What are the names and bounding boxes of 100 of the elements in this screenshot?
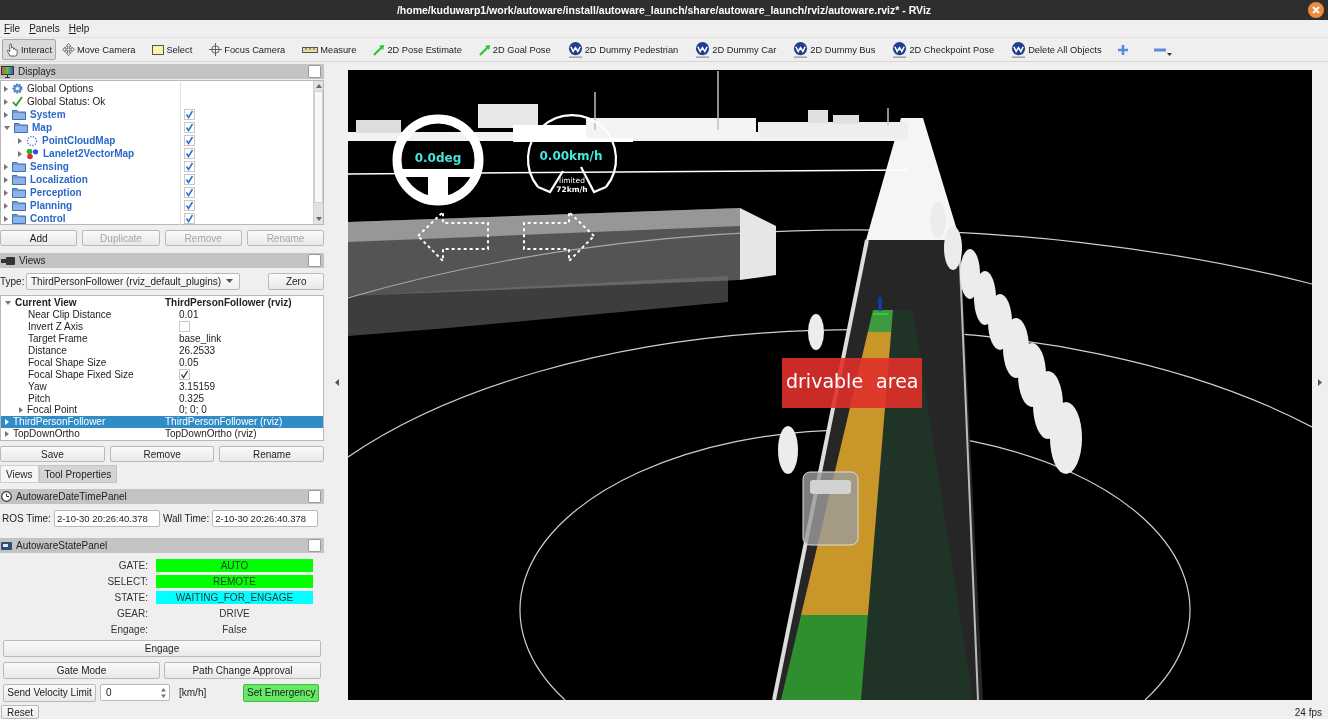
tab[interactable]: Tool Properties bbox=[38, 465, 118, 483]
field-label: Type: bbox=[0, 275, 26, 287]
tree-arrow-icon[interactable] bbox=[18, 137, 22, 144]
ros-time-field[interactable]: 2-10-30 20:26:40.378 bbox=[53, 509, 160, 527]
tree-arrow-icon[interactable] bbox=[5, 430, 9, 437]
velocity-limit-field[interactable]: 0 bbox=[100, 684, 170, 701]
status-label: STATE: bbox=[113, 592, 149, 603]
property-value: base_link bbox=[179, 333, 222, 345]
checkbox[interactable] bbox=[184, 122, 195, 133]
tool-button[interactable]: 2D Dummy Bus bbox=[789, 39, 880, 60]
tool-button[interactable]: 2D Pose Estimate bbox=[369, 39, 466, 60]
checkbox[interactable] bbox=[184, 161, 195, 172]
display-item[interactable]: PointCloudMap bbox=[42, 135, 116, 146]
send-velocity-limit-button[interactable]: Send Velocity Limit bbox=[3, 683, 96, 702]
monitor-icon bbox=[1, 65, 14, 78]
status-value: AUTO bbox=[156, 559, 313, 572]
display-item[interactable]: Map bbox=[32, 122, 52, 133]
tool-button[interactable]: 2D Checkpoint Pose bbox=[888, 39, 999, 60]
collapse-arrow-icon[interactable] bbox=[335, 379, 340, 386]
tree-arrow-icon[interactable] bbox=[4, 189, 8, 196]
tree-arrow-icon[interactable] bbox=[5, 300, 11, 305]
property-value: 3.15159 bbox=[179, 380, 216, 392]
panel-button[interactable]: Add bbox=[0, 230, 78, 246]
checkbox[interactable] bbox=[184, 213, 195, 224]
plus-icon[interactable] bbox=[1117, 44, 1128, 55]
display-item[interactable]: Localization bbox=[30, 174, 88, 185]
menu-item[interactable]: Help bbox=[68, 23, 90, 34]
crosshair-icon bbox=[209, 43, 223, 56]
menu-item[interactable]: File bbox=[4, 23, 21, 34]
checkbox[interactable] bbox=[179, 321, 190, 333]
dots-icon bbox=[26, 147, 39, 160]
expand-arrow-icon[interactable] bbox=[1318, 379, 1323, 386]
tree-arrow-icon[interactable] bbox=[4, 202, 8, 209]
tree-arrow-icon[interactable] bbox=[4, 215, 8, 222]
float-button[interactable] bbox=[308, 254, 322, 267]
tool-button[interactable]: 2D Goal Pose bbox=[474, 39, 555, 60]
tree-item[interactable]: Global Status: Ok bbox=[27, 96, 106, 107]
panel-button[interactable]: Save bbox=[0, 446, 105, 462]
tool-button[interactable]: Measure bbox=[298, 39, 361, 60]
path-change-approval-button[interactable]: Path Change Approval bbox=[164, 662, 321, 679]
tree-arrow-icon[interactable] bbox=[5, 418, 9, 425]
panel-button[interactable]: Rename bbox=[219, 446, 325, 462]
tool-button[interactable]: Focus Camera bbox=[205, 39, 290, 60]
tree-arrow-icon[interactable] bbox=[4, 125, 10, 130]
tree-arrow-icon[interactable] bbox=[18, 150, 22, 157]
scrollbar[interactable] bbox=[313, 81, 324, 224]
set-emergency-button[interactable]: Set Emergency bbox=[243, 683, 320, 702]
tool-button[interactable]: 2D Dummy Pedestrian bbox=[563, 39, 683, 60]
tool-button[interactable]: 2D Dummy Car bbox=[691, 39, 781, 60]
float-button[interactable] bbox=[308, 490, 322, 503]
tool-button[interactable]: Delete All Objects bbox=[1007, 39, 1106, 60]
tool-button[interactable]: Interact bbox=[2, 39, 56, 60]
tree-arrow-icon[interactable] bbox=[4, 111, 8, 118]
checkbox[interactable] bbox=[184, 135, 195, 146]
gate-mode-button[interactable]: Gate Mode bbox=[3, 662, 160, 679]
checkbox[interactable] bbox=[184, 200, 195, 211]
pose-marker-icon bbox=[872, 297, 890, 315]
status-label: GATE: bbox=[117, 560, 149, 571]
tab[interactable]: Views bbox=[0, 465, 39, 483]
display-item[interactable]: System bbox=[30, 109, 66, 120]
zero-button[interactable]: Zero bbox=[268, 272, 325, 290]
checkbox[interactable] bbox=[184, 109, 195, 120]
tree-item[interactable]: Global Options bbox=[27, 83, 94, 94]
close-icon[interactable] bbox=[1308, 2, 1324, 18]
checkbox[interactable] bbox=[184, 148, 195, 159]
caret-icon[interactable] bbox=[1166, 52, 1172, 56]
display-item[interactable]: Control bbox=[30, 213, 66, 224]
reset-button[interactable]: Reset bbox=[1, 705, 40, 719]
panel-button[interactable]: Remove bbox=[109, 446, 215, 462]
engage-button[interactable]: Engage bbox=[3, 640, 321, 657]
view-type-dropdown[interactable]: ThirdPersonFollower (rviz_default_plugins) bbox=[26, 272, 240, 290]
checkbox[interactable] bbox=[184, 187, 195, 198]
arrow-icon bbox=[373, 43, 386, 56]
tree-arrow-icon[interactable] bbox=[19, 406, 23, 413]
menu-item[interactable]: Panels bbox=[29, 23, 60, 34]
status-value: REMOTE bbox=[156, 575, 313, 588]
wall-time-field[interactable]: 2-10-30 20:26:40.378 bbox=[212, 509, 319, 527]
unit-label: [km/h] bbox=[179, 687, 207, 698]
scroll-up-icon[interactable] bbox=[315, 84, 322, 88]
tree-arrow-icon[interactable] bbox=[4, 163, 8, 170]
tree bbox=[808, 314, 825, 350]
property-name: TopDownOrtho bbox=[13, 428, 80, 440]
property-name: Focal Point bbox=[27, 404, 78, 416]
display-item[interactable]: Planning bbox=[30, 200, 73, 211]
tool-button[interactable]: Select bbox=[148, 39, 197, 60]
tree-arrow-icon[interactable] bbox=[4, 176, 8, 183]
scrollbar-thumb[interactable] bbox=[314, 91, 324, 203]
status-label: Engage: bbox=[109, 624, 149, 635]
checkbox[interactable] bbox=[179, 368, 190, 380]
display-item[interactable]: Perception bbox=[30, 187, 82, 198]
hand-icon bbox=[6, 42, 19, 57]
float-button[interactable] bbox=[308, 65, 322, 78]
tool-button[interactable]: Move Camera bbox=[58, 39, 140, 60]
checkbox[interactable] bbox=[184, 174, 195, 185]
display-item[interactable]: Lanelet2VectorMap bbox=[43, 148, 135, 159]
property-name: ThirdPersonFollower bbox=[13, 416, 106, 428]
scroll-down-icon[interactable] bbox=[315, 217, 322, 221]
spin-arrows-icon[interactable] bbox=[160, 686, 167, 699]
float-button[interactable] bbox=[308, 539, 322, 552]
display-item[interactable]: Sensing bbox=[30, 161, 69, 172]
